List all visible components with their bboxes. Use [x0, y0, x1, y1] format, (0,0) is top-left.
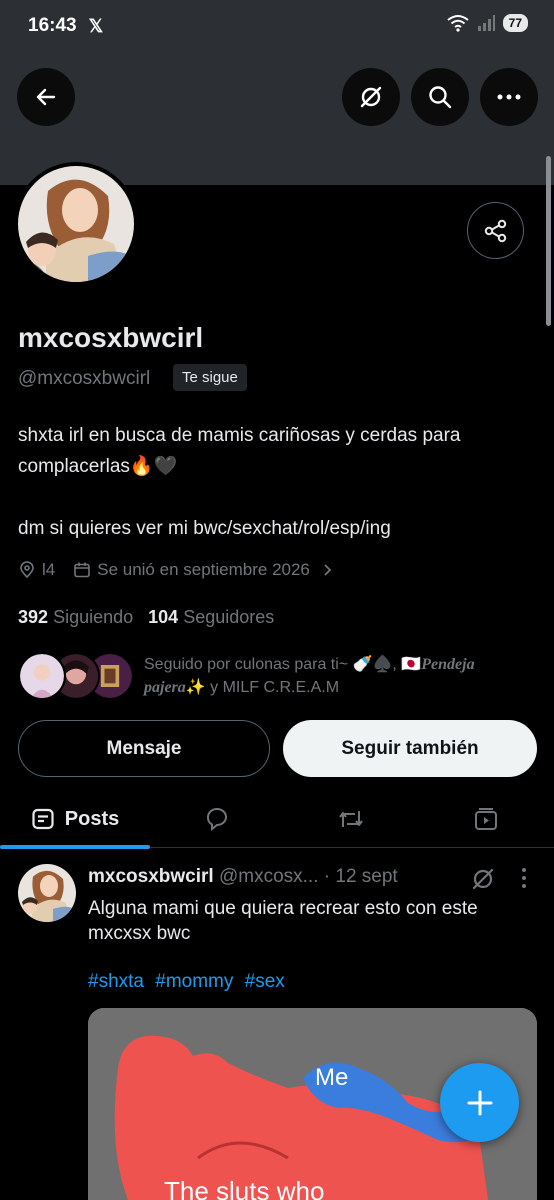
followers-count: 104 — [148, 607, 179, 627]
tab-reposts[interactable] — [284, 790, 418, 848]
x-logo-icon: 𝕏 — [88, 15, 104, 36]
profile-handle: @mxcosxbwcirl — [18, 368, 151, 389]
more-button[interactable] — [480, 68, 538, 126]
post-author-name[interactable]: mxcosxbwcirl — [88, 866, 214, 887]
post-grok-icon[interactable] — [470, 866, 496, 892]
follow-back-button[interactable]: Seguir también — [283, 720, 537, 777]
tab-replies[interactable] — [150, 790, 284, 848]
status-time: 16:43 — [28, 15, 77, 36]
scrollbar[interactable] — [546, 156, 551, 326]
followed-by-prefix: Seguido por culonas para ti~ 🍼♠️, 🇯🇵 — [144, 656, 422, 673]
bio-line: dm si quieres ver mi bwc/sexchat/rol/esp… — [18, 518, 391, 539]
followed-by-text: Seguido por culonas para ti~ 🍼♠️, 🇯🇵Pend… — [144, 653, 539, 699]
profile-meta: l4 Se unió en septiembre 2026 — [18, 560, 334, 580]
back-arrow-icon — [36, 88, 56, 106]
search-icon — [429, 86, 452, 109]
grok-button[interactable] — [342, 68, 400, 126]
wifi-icon — [447, 15, 469, 32]
follows-you-badge: Te sigue — [173, 364, 247, 391]
tab-media[interactable] — [418, 790, 554, 848]
following-label: Siguiendo — [53, 607, 134, 627]
profile-bio: shxta irl en busca de mamis cariñosas y … — [18, 420, 538, 575]
profile-avatar[interactable] — [14, 162, 138, 286]
retweet-icon — [339, 811, 363, 827]
followers-link[interactable]: 104 Seguidores — [148, 607, 274, 627]
profile-tabs: Posts — [0, 790, 554, 849]
post-author-handle[interactable]: @mxcosx... — [219, 866, 319, 887]
hashtag-link[interactable]: #sex — [245, 971, 285, 992]
signal-icon — [477, 15, 495, 31]
media-icon — [475, 808, 497, 830]
grok-icon — [360, 86, 382, 108]
post-more-icon[interactable] — [520, 867, 528, 889]
share-icon — [484, 219, 506, 242]
hashtag-link[interactable]: #shxta — [88, 971, 144, 992]
plus-icon — [467, 1090, 492, 1115]
joined-date: Se unió en septiembre 2026 — [97, 560, 310, 579]
status-bar: 16:43 𝕏 77 — [0, 0, 554, 52]
battery-indicator: 77 — [502, 14, 528, 32]
bio-line: shxta irl en busca de mamis cariñosas y … — [18, 425, 461, 477]
message-button[interactable]: Mensaje — [18, 720, 270, 777]
post-text: Alguna mami que quiera recrear esto con … — [88, 898, 478, 944]
posts-icon — [32, 808, 54, 830]
calendar-icon — [74, 562, 91, 578]
post-time: · 12 sept — [323, 866, 398, 887]
media-me-label: Me — [315, 1064, 349, 1091]
search-button[interactable] — [411, 68, 469, 126]
chevron-right-icon[interactable] — [320, 563, 334, 577]
follower-avatar — [18, 652, 66, 700]
post-hashtags: #shxta #mommy #sex — [88, 971, 291, 993]
post-header: mxcosxbwcirl @mxcosx... · 12 sept — [88, 866, 398, 888]
followed-by[interactable]: Seguido por culonas para ti~ 🍼♠️, 🇯🇵Pend… — [18, 650, 538, 702]
followers-label: Seguidores — [183, 607, 275, 627]
profile-name: mxcosxbwcirl — [18, 322, 204, 353]
follow-counts: 392 Siguiendo 104 Seguidores — [18, 607, 274, 628]
more-icon — [497, 94, 521, 100]
location-text: l4 — [42, 560, 56, 579]
followed-by-suffix: ✨ y MILF C.R.E.A.M — [185, 679, 340, 696]
media-caption: The sluts who — [164, 1176, 325, 1200]
tab-posts-label: Posts — [64, 807, 120, 830]
avatar-image — [18, 166, 134, 282]
location-icon — [20, 561, 34, 579]
active-tab-indicator — [0, 845, 150, 849]
following-link[interactable]: 392 Siguiendo — [18, 607, 133, 627]
hashtag-link[interactable]: #mommy — [155, 971, 233, 992]
reply-icon — [207, 808, 227, 832]
tab-posts[interactable]: Posts — [0, 790, 150, 849]
back-button[interactable] — [17, 68, 75, 126]
share-button[interactable] — [467, 202, 524, 259]
compose-post-button[interactable] — [440, 1063, 519, 1142]
post-avatar[interactable] — [18, 864, 76, 922]
following-count: 392 — [18, 607, 49, 627]
status-icons: 77 — [447, 14, 528, 32]
